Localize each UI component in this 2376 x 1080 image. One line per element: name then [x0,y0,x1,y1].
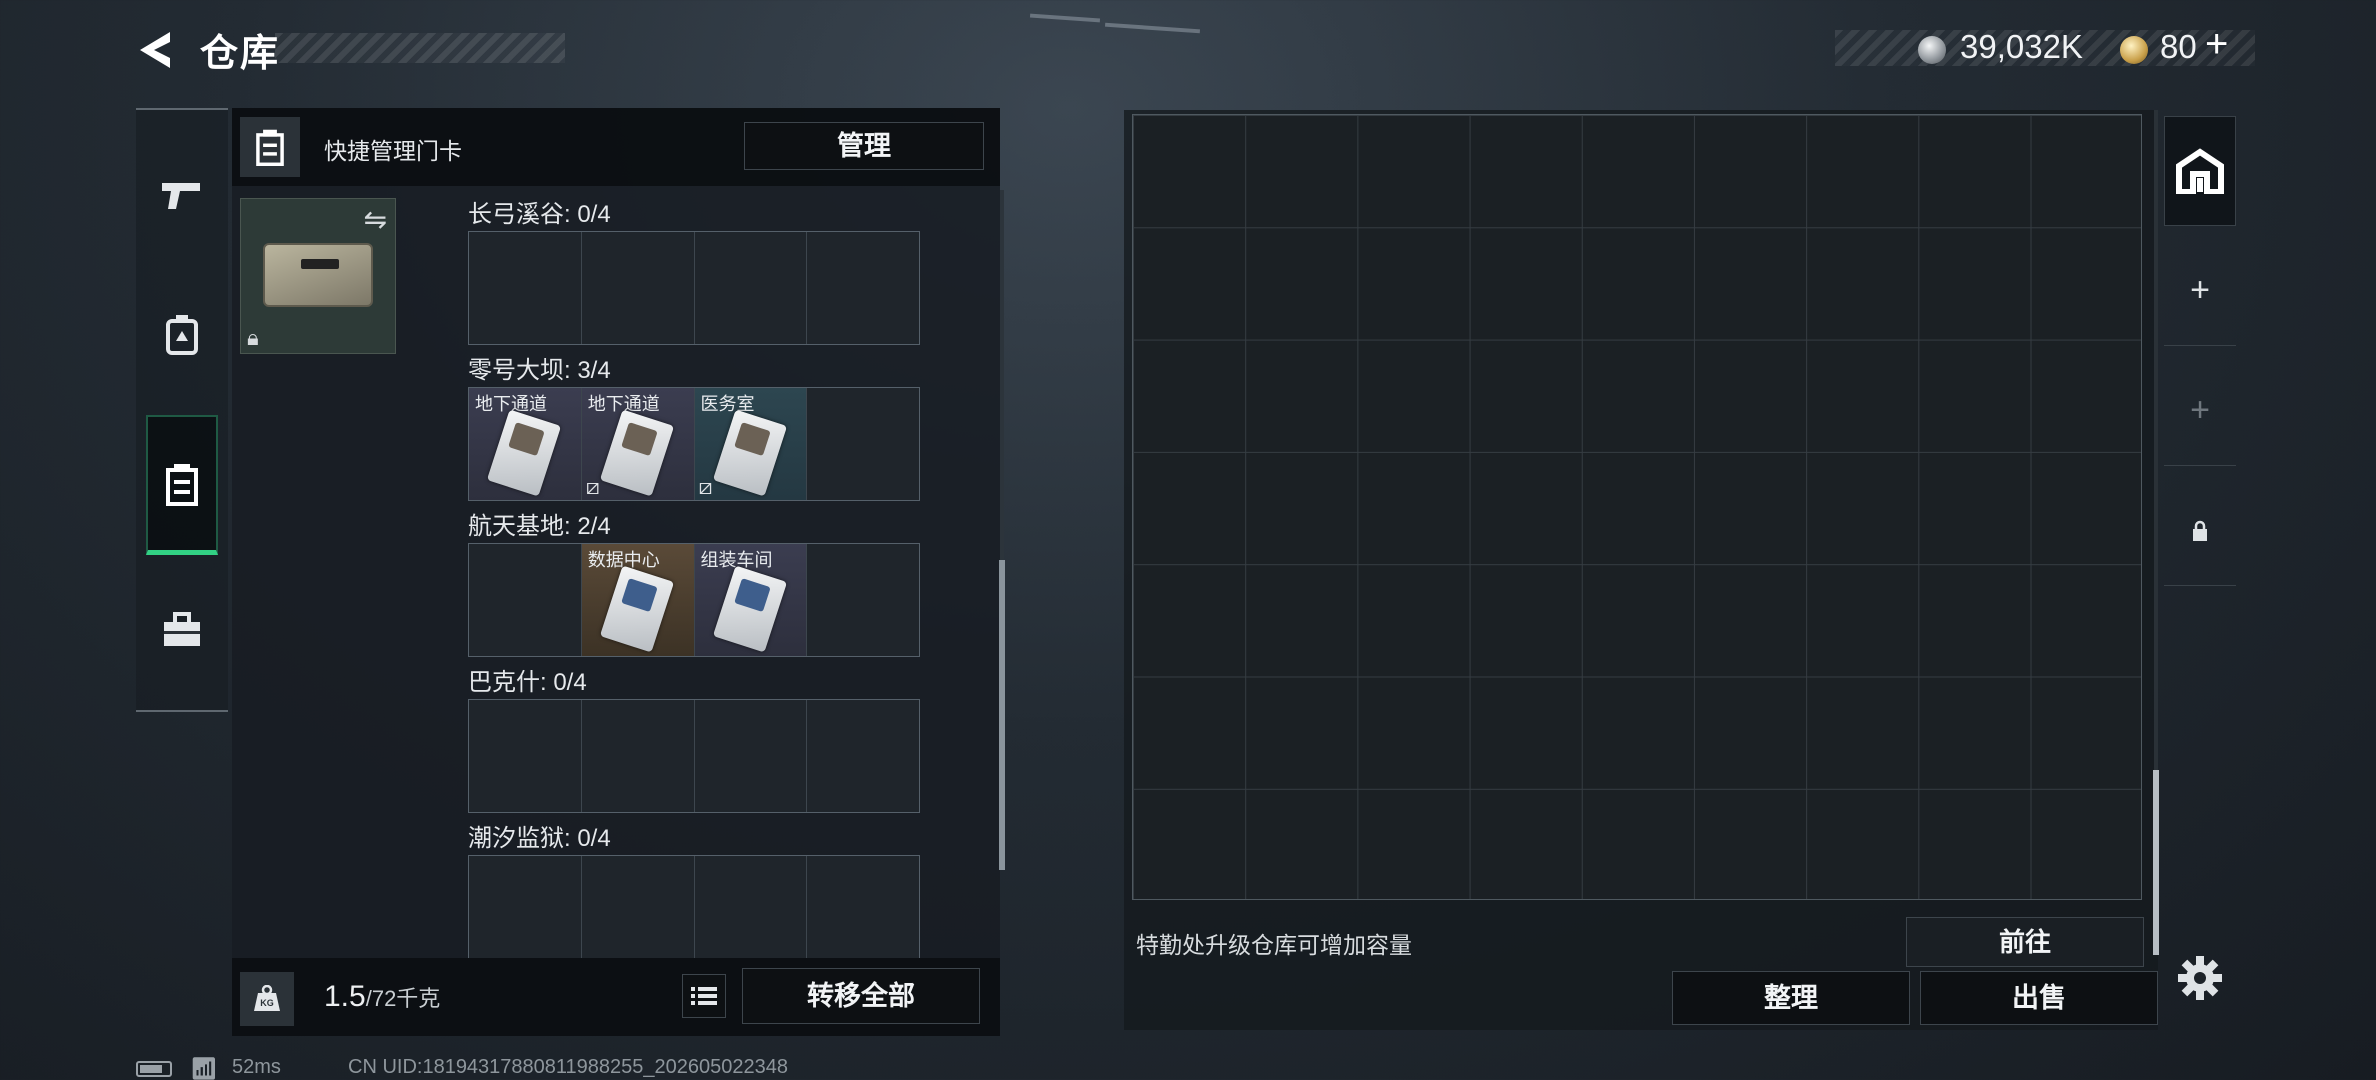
keycard-slot-row [468,699,920,813]
transfer-all-button[interactable]: 转移全部 [742,968,980,1024]
category-nav [136,108,228,712]
map-label: 潮汐监狱: 0/4 [468,825,611,852]
keycard-slot-empty[interactable] [582,856,695,958]
nav-weapons[interactable] [136,140,228,250]
stash-scrollbar-thumb[interactable] [2153,770,2159,955]
plus-icon: + [2190,391,2210,429]
keycard-slot-empty[interactable] [807,388,919,500]
stash-grid[interactable] [1132,114,2142,900]
user-uid: CN UID:18194317880811988255_202605022348 [348,1056,789,1078]
silver-amount: 39,032K [1960,28,2083,65]
keycard-slot-empty[interactable] [695,232,808,344]
silver-coin-icon [1918,36,1946,64]
keycard-case-icon [166,463,198,506]
keycard-panel-footer: KG 1.5/72千克 转移全部 [232,958,1000,1036]
lock-icon [2193,520,2207,541]
keycard-slot-empty[interactable] [807,544,919,656]
sell-button[interactable]: 出售 [1920,971,2158,1025]
add-stash-page-button-disabled: + [2164,356,2236,466]
keycard-slot-empty[interactable] [582,232,695,344]
add-stash-page-button[interactable]: + [2164,236,2236,346]
list-view-button[interactable] [682,974,726,1018]
battery-icon [136,1061,172,1077]
list-icon [691,987,717,1005]
keycard-image [599,409,674,497]
weight-readout: 1.5/72千克 [324,980,440,1014]
keycard-slot-empty[interactable] [469,544,582,656]
map-label: 零号大坝: 3/4 [468,357,611,384]
back-arrow-icon[interactable] [132,28,182,72]
weight-capacity: /72千克 [365,986,441,1011]
keycard-panel-header: 快捷管理门卡 管理 [232,108,1000,186]
nav-keycards[interactable] [146,415,218,555]
keycard-slot-empty[interactable] [469,232,582,344]
stash-page-strip: + + [2164,116,2236,600]
map-label: 航天基地: 2/4 [468,513,611,540]
nav-tools[interactable] [136,575,228,685]
top-bar: 仓库 39,032K 80 + [0,0,2376,100]
nav-equipment[interactable] [136,280,228,390]
keycard-slot-filled[interactable]: 医务室 ⧄ [694,388,808,500]
equipped-keycard-holder[interactable]: ⇋ 🔒︎ [240,198,396,354]
keycard-slot-filled[interactable]: 地下通道 ⧄ [581,388,695,500]
locked-stash-page[interactable] [2164,476,2236,586]
keycard-image [599,565,674,653]
keycard-slot-filled[interactable]: 组装车间 [694,544,808,656]
keycard-slot-empty[interactable] [695,856,808,958]
keycard-slot-empty[interactable] [469,700,582,812]
backpack-icon [166,315,198,355]
keycard-slot-empty[interactable] [695,700,808,812]
keycard-slot-empty[interactable] [807,700,919,812]
stash-home-tab[interactable] [2164,116,2236,226]
settings-gear-icon[interactable] [2176,954,2224,1002]
keycard-scrollbar-thumb[interactable] [999,560,1005,870]
stash-panel [1124,110,2158,1030]
swap-icon[interactable]: ⇋ [364,203,387,236]
keycard-holder-image [263,243,373,307]
keycard-slot-empty[interactable] [807,856,919,958]
keycard-slot-row [468,231,920,345]
weight-value: 1.5 [324,980,366,1013]
gold-amount: 80 [2160,28,2197,65]
gold-coin-icon [2120,36,2148,64]
keycard-image [712,565,787,653]
keycard-slot-filled[interactable]: 数据中心 [581,544,695,656]
wifi-icon: 📶︎ [190,1056,218,1080]
ping-readout: 52ms [232,1056,281,1078]
toolbox-icon [164,612,200,646]
keycard-slot-row [468,855,920,958]
broken-card-icon: ⧄ [698,474,713,499]
weight-icon: KG [240,972,294,1026]
home-stash-icon [2176,148,2224,194]
keycard-panel-title: 快捷管理门卡 [324,138,462,164]
manage-button[interactable]: 管理 [744,122,984,170]
lock-icon: 🔒︎ [247,325,259,350]
keycard-image [712,409,787,497]
keycard-panel: 快捷管理门卡 管理 ⇋ 🔒︎ 长弓溪谷: 0/4 零号大坝: 3/4 地下通道 … [232,108,1000,1036]
keycard-slot-empty[interactable] [807,232,919,344]
map-label: 长弓溪谷: 0/4 [468,201,611,228]
keycard-slot-empty[interactable] [582,700,695,812]
plus-icon: + [2190,271,2210,309]
keycard-image [486,409,562,497]
keycard-case-icon [240,117,300,177]
upgrade-hint: 特勤处升级仓库可增加容量 [1136,932,1412,958]
keycard-slot-row: 数据中心 组装车间 [468,543,920,657]
svg-text:KG: KG [260,998,274,1008]
goto-button[interactable]: 前往 [1906,917,2144,967]
broken-card-icon: ⧄ [585,474,600,499]
keycard-slot-empty[interactable] [469,856,582,958]
pistol-icon [162,183,200,209]
keycard-slot-row: 地下通道 地下通道 ⧄ 医务室 ⧄ [468,387,920,501]
map-label: 巴克什: 0/4 [468,669,587,696]
add-currency-button[interactable]: + [2205,24,2228,64]
page-title: 仓库 [200,33,281,75]
title-decoration [275,33,565,63]
sort-button[interactable]: 整理 [1672,971,1910,1025]
keycard-slot-filled[interactable]: 地下通道 [469,388,582,500]
